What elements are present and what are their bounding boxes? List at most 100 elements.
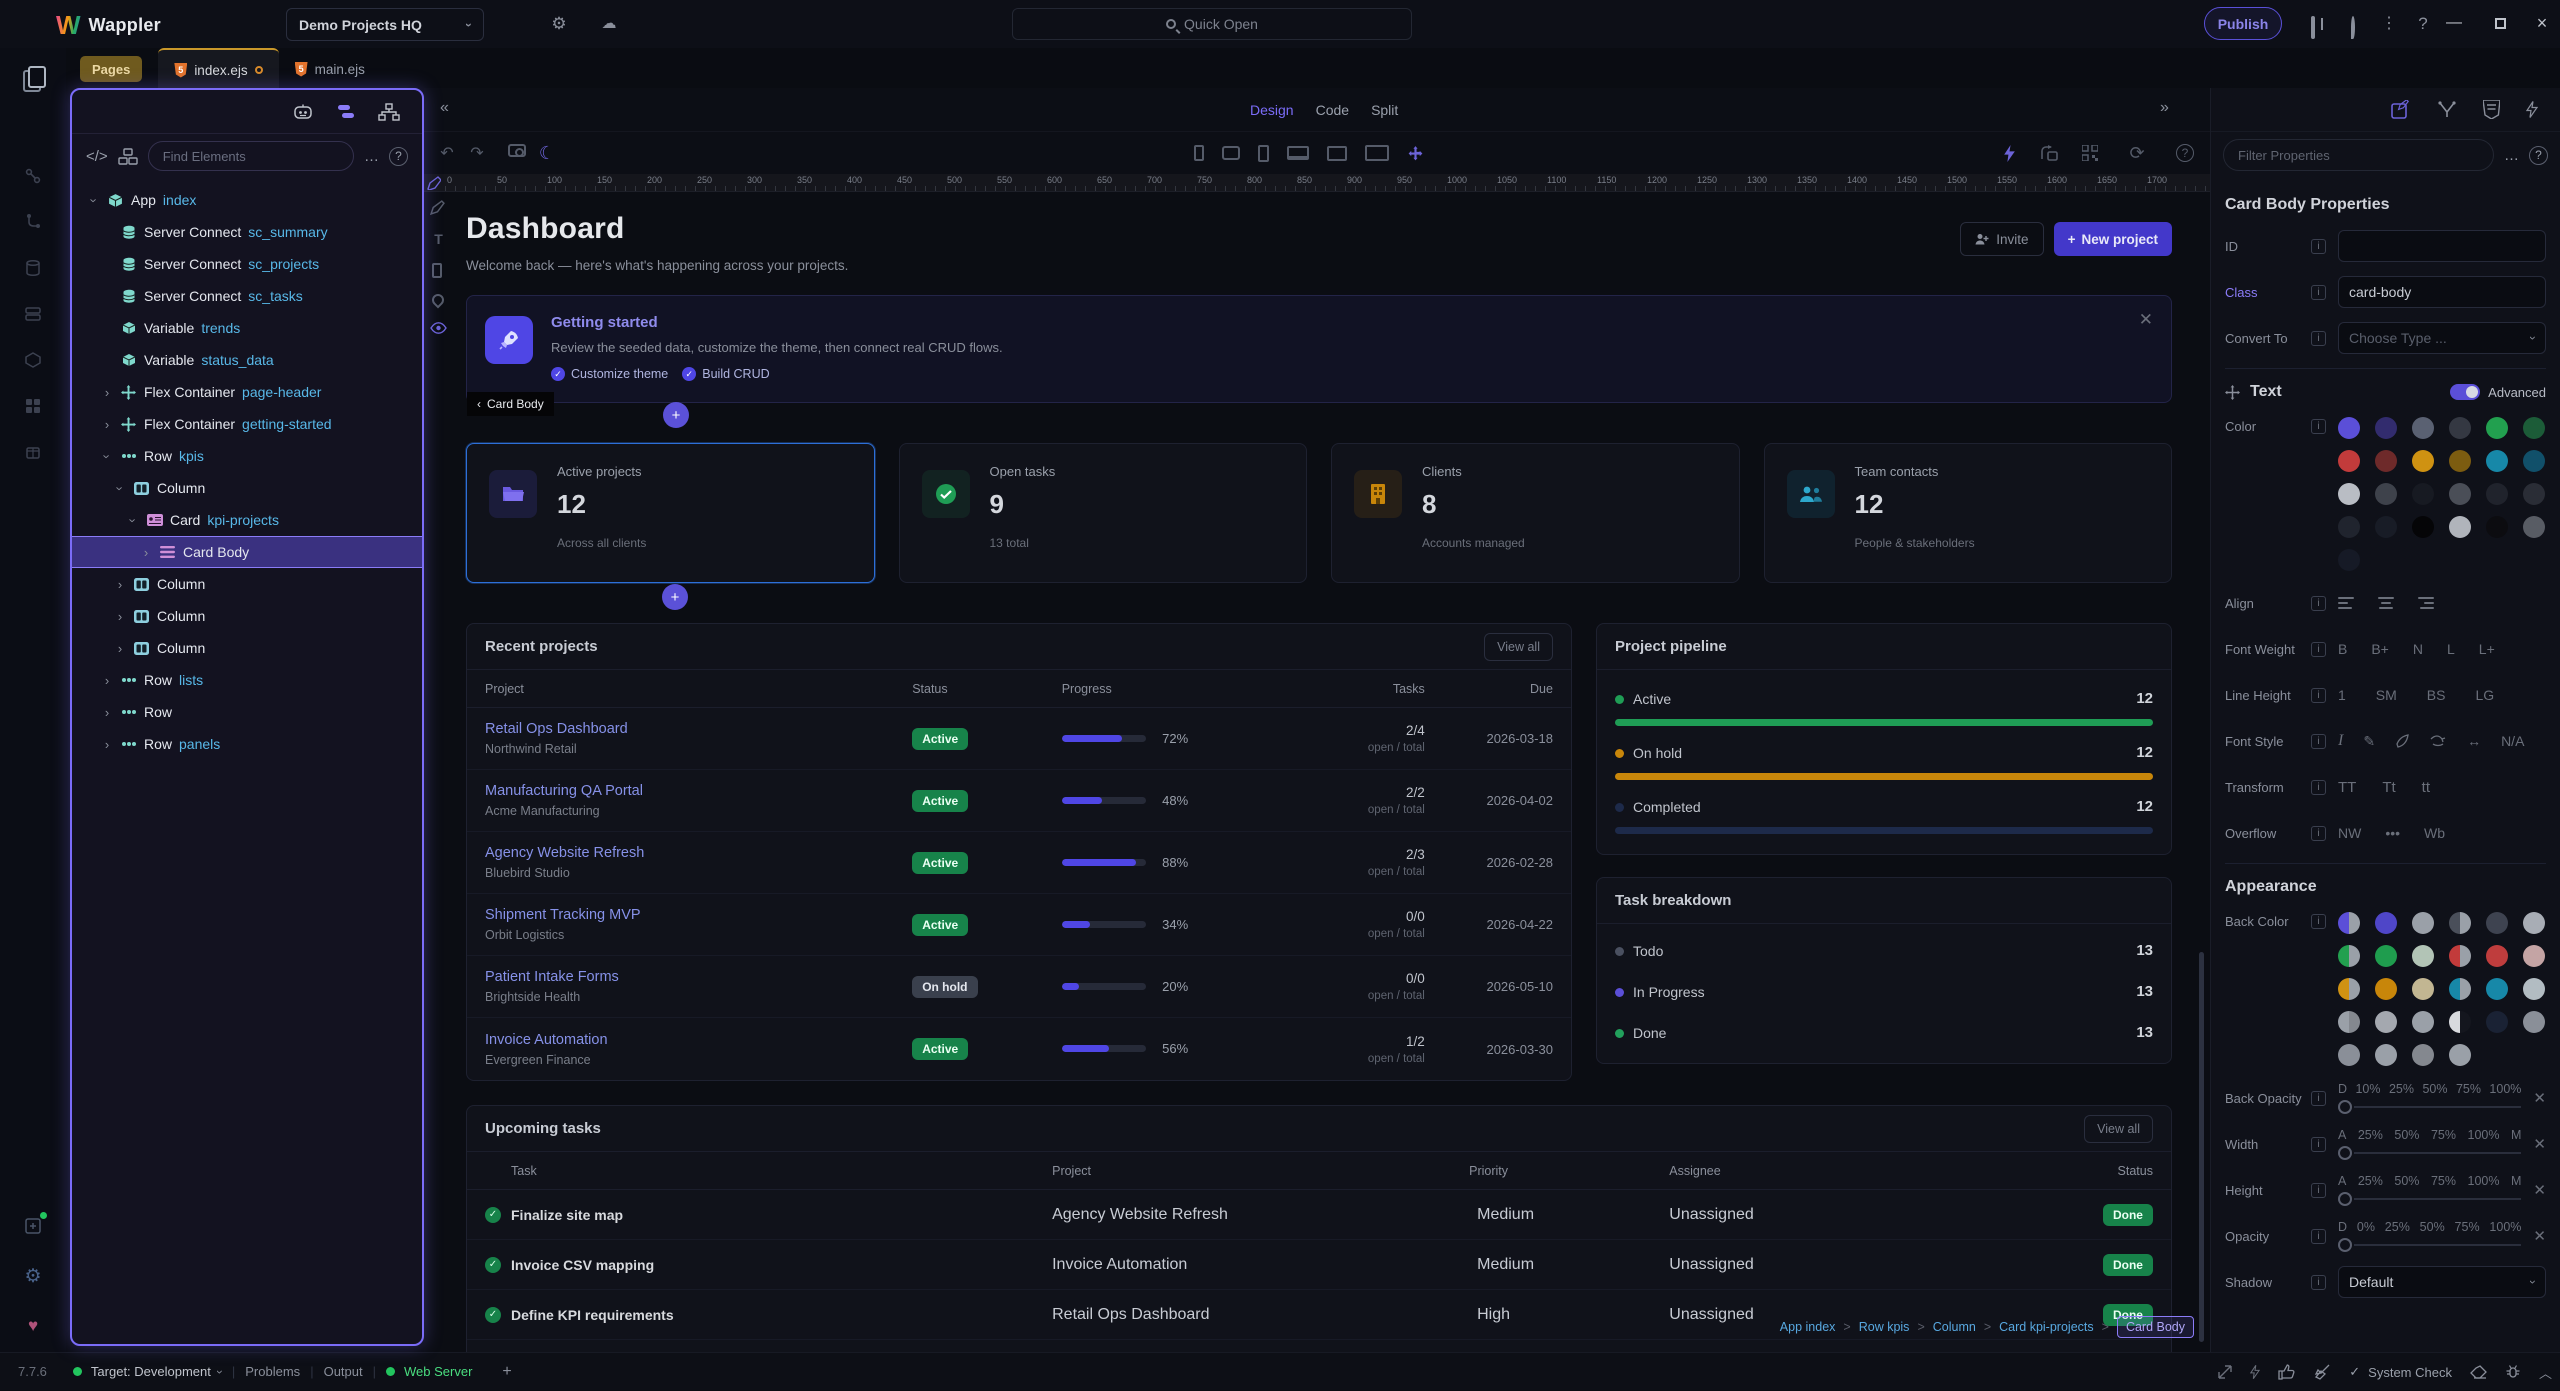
eraser-icon[interactable] [2470,1365,2487,1380]
color-swatch[interactable] [2338,978,2360,1000]
banner-close-icon[interactable]: ✕ [2139,310,2153,330]
app-connect-bolt-icon[interactable] [2003,145,2016,162]
line-height-option[interactable]: LG [2475,687,2494,703]
font-weight-option[interactable]: L [2447,641,2455,657]
find-elements-input[interactable] [148,141,354,171]
slider-tick-label[interactable]: 25% [2358,1128,2383,1142]
mode-split[interactable]: Split [1371,102,1398,118]
color-swatch[interactable] [2412,978,2434,1000]
back-opacity-slider[interactable] [2338,1100,2521,1114]
table-row[interactable]: ✓ Build dashboard wireframes Retail Ops … [467,1340,2171,1352]
help-circle-icon[interactable]: ? [2176,144,2194,162]
color-swatch[interactable] [2523,483,2545,505]
slider-tick-label[interactable]: 10% [2355,1082,2380,1096]
color-swatch[interactable] [2338,483,2360,505]
tree-item[interactable]: › Server Connect sc_projects [72,248,422,280]
color-swatch[interactable] [2449,417,2471,439]
pages-panel-icon[interactable] [17,62,49,94]
kebab-menu-icon[interactable]: ⋮ [2376,12,2402,36]
styles-panel-icon[interactable] [17,344,49,376]
breadcrumb-item[interactable]: Row kpis [1859,1320,1910,1334]
color-swatch[interactable] [2449,1044,2471,1066]
desktop-icon[interactable] [1327,146,1347,161]
color-swatch[interactable] [2338,912,2360,934]
help-circle-icon[interactable]: ? [389,147,408,166]
table-row[interactable]: Invoice Automation Evergreen Finance Act… [467,1018,1571,1080]
css-shield-icon[interactable] [2483,100,2500,119]
dynamic-bolt-icon[interactable] [2526,100,2538,119]
class-input[interactable] [2338,276,2546,308]
slider-tick-label[interactable]: 100% [2468,1128,2500,1142]
phone-icon[interactable] [1258,145,1269,162]
gesture-icon[interactable] [2430,734,2447,748]
tree-item[interactable]: › Card Body [72,536,422,568]
mode-code[interactable]: Code [1316,102,1349,118]
table-row[interactable]: ✓ Finalize site map Agency Website Refre… [467,1190,2171,1240]
color-swatch[interactable] [2338,549,2360,571]
components-panel-icon[interactable] [17,390,49,422]
tree-chevron-icon[interactable]: › [101,417,113,432]
color-swatch[interactable] [2412,1011,2434,1033]
align-right-icon[interactable] [2418,594,2434,612]
slider-knob[interactable] [2338,1100,2352,1114]
tab-main-ejs[interactable]: 5 main.ejs [279,48,381,90]
color-swatch[interactable] [2375,417,2397,439]
project-settings-gear-icon[interactable]: ⚙ [546,12,572,36]
tree-item[interactable]: › Variable trends [72,312,422,344]
ruler-corner-pencil-icon[interactable] [427,176,441,190]
slider-tick-label[interactable]: D [2338,1220,2347,1234]
task-check-icon[interactable]: ✓ [485,1207,501,1223]
database-panel-icon[interactable] [17,252,49,284]
overflow-option[interactable]: Wb [2424,825,2445,841]
shadow-select[interactable]: Default › [2338,1266,2546,1298]
undo-icon[interactable]: ↶ [432,143,462,163]
color-swatch[interactable] [2412,945,2434,967]
project-link[interactable]: Shipment Tracking MVP [485,907,912,923]
refresh-icon[interactable]: ⟳ [2122,143,2152,164]
tablet-icon[interactable] [1222,146,1240,160]
project-selector[interactable]: Demo Projects HQ › [286,8,484,41]
tree-item[interactable]: › Row kpis [72,440,422,472]
breadcrumb-item[interactable]: Card kpi-projects [1999,1320,2093,1334]
project-link[interactable]: Agency Website Refresh [485,845,912,861]
canvas-scrollbar[interactable] [2199,952,2204,1342]
color-swatch[interactable] [2449,912,2471,934]
color-swatch[interactable] [2486,978,2508,1000]
clear-icon[interactable]: ✕ [2533,1181,2546,1199]
slider-tick-label[interactable]: A [2338,1174,2346,1188]
color-swatch[interactable] [2486,417,2508,439]
problems-button[interactable]: Problems [245,1364,300,1379]
width-slider[interactable] [2338,1146,2521,1160]
code-view-icon[interactable]: </> [86,148,108,165]
line-height-option[interactable]: BS [2427,687,2446,703]
slider-tick-label[interactable]: 100% [2468,1174,2500,1188]
slider-knob[interactable] [2338,1192,2352,1206]
bolt-status-icon[interactable] [2250,1365,2260,1379]
align-center-icon[interactable] [2378,594,2394,612]
color-swatch[interactable] [2338,417,2360,439]
project-link[interactable]: Invoice Automation [485,1032,912,1048]
task-check-icon[interactable]: ✓ [485,1257,501,1273]
design-tools-icon[interactable] [2437,100,2457,120]
convert-to-select[interactable]: Choose Type ... › [2338,322,2546,354]
color-swatch[interactable] [2375,978,2397,1000]
text-transform-option[interactable]: Tt [2382,779,2395,796]
dark-mode-moon-icon[interactable]: ☾ [532,143,562,164]
slider-tick-label[interactable]: 100% [2489,1082,2521,1096]
layout-columns-icon[interactable] [2300,16,2326,40]
tree-item[interactable]: › Card kpi-projects [72,504,422,536]
debug-bug-icon[interactable] [2505,1364,2521,1380]
color-swatch[interactable] [2449,483,2471,505]
overflow-option[interactable]: NW [2338,825,2361,841]
slider-tick-label[interactable]: 25% [2358,1174,2383,1188]
color-swatch[interactable] [2338,1044,2360,1066]
font-weight-option[interactable]: N [2413,641,2423,657]
insert-element-button[interactable]: + [663,402,689,428]
tree-chevron-icon[interactable]: › [114,577,126,592]
laptop-icon[interactable] [1287,146,1309,160]
color-swatch[interactable] [2375,516,2397,538]
insert-element-button[interactable]: + [662,584,688,610]
tree-item[interactable]: › Column [72,632,422,664]
table-row[interactable]: Patient Intake Forms Brightside Health O… [467,956,1571,1018]
tree-chevron-icon[interactable]: › [126,514,141,526]
